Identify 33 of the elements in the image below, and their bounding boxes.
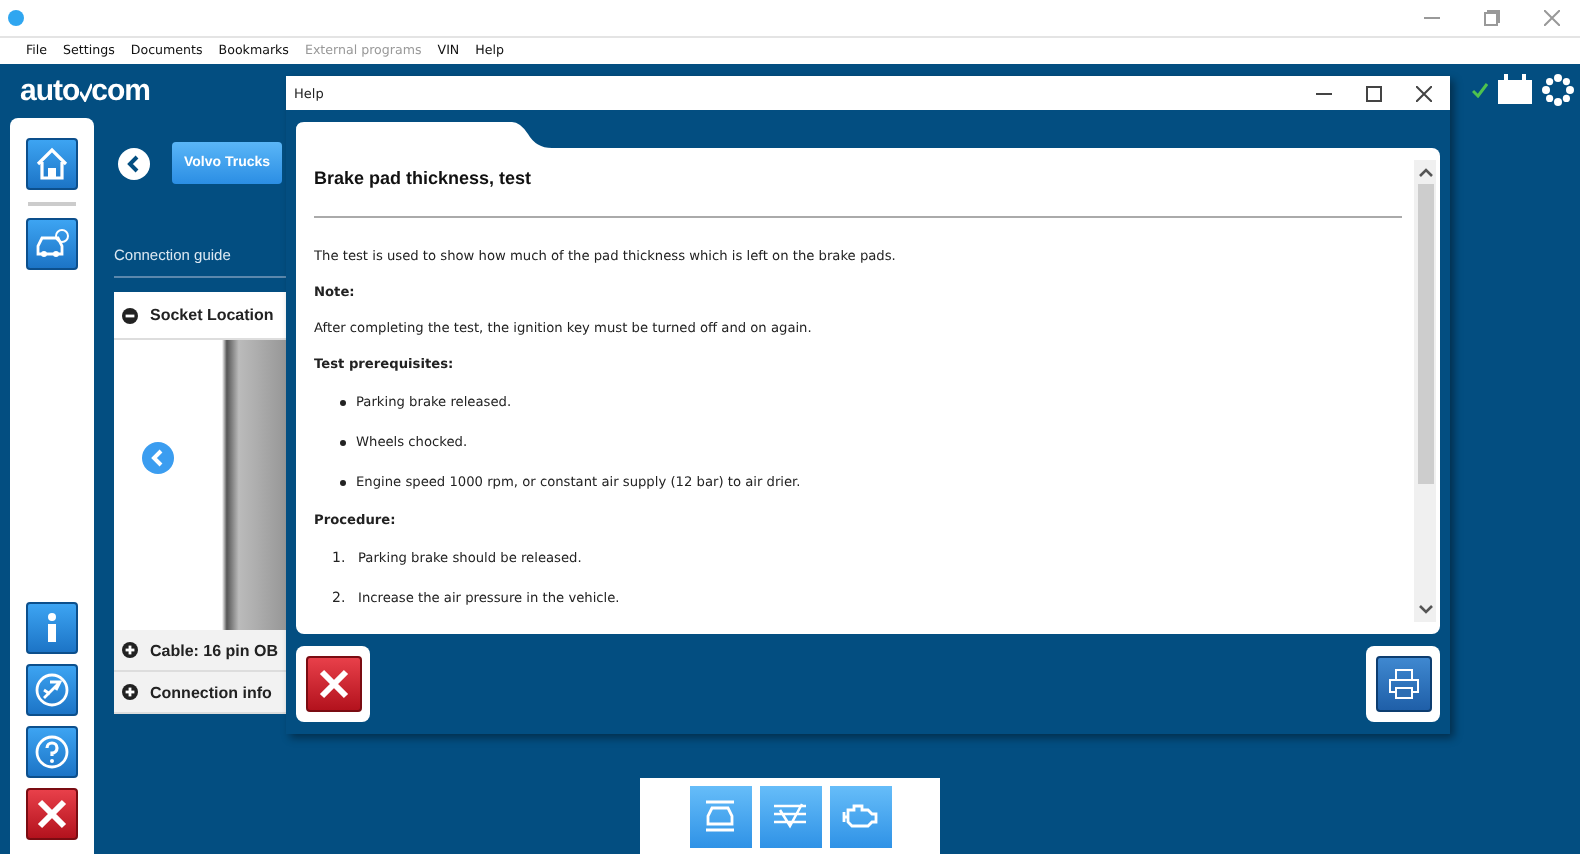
close-icon[interactable] [305, 656, 361, 712]
car-service-icon[interactable] [689, 785, 751, 847]
restore-icon[interactable] [1484, 10, 1500, 26]
logo-mark-icon [79, 81, 92, 101]
logo-text: auto [20, 74, 80, 108]
home-icon[interactable] [26, 138, 78, 190]
close-icon[interactable] [26, 788, 78, 840]
help-icon[interactable] [26, 726, 78, 778]
gear-icon[interactable] [1542, 73, 1574, 105]
car-icon[interactable] [26, 218, 78, 270]
bullet-icon [340, 439, 346, 445]
app-icon [8, 10, 24, 26]
engine-icon[interactable] [829, 785, 891, 847]
diagnostics-icon[interactable] [759, 785, 821, 847]
info-icon[interactable] [26, 602, 78, 654]
accordion-label: Connection info [150, 683, 272, 701]
scroll-up-icon[interactable] [1417, 166, 1433, 178]
logo-text: com [91, 74, 151, 108]
airplane-clock-icon[interactable] [26, 664, 78, 716]
previous-icon[interactable] [142, 442, 174, 474]
accordion-label: Socket Location [150, 306, 274, 324]
back-icon[interactable] [118, 147, 150, 179]
accordion-label: Cable: 16 pin OB [150, 641, 279, 659]
scroll-down-icon[interactable] [1417, 604, 1433, 616]
scrollbar[interactable] [1414, 160, 1436, 622]
help-heading: Brake pad thickness, test [314, 168, 534, 188]
close-icon[interactable] [1416, 85, 1432, 101]
calendar-icon[interactable] [1498, 74, 1532, 104]
maximize-icon[interactable] [1366, 85, 1382, 101]
bullet-icon [340, 479, 346, 485]
bullet-icon [340, 399, 346, 405]
checkmark-icon [1472, 81, 1488, 97]
print-icon[interactable] [1375, 656, 1431, 712]
